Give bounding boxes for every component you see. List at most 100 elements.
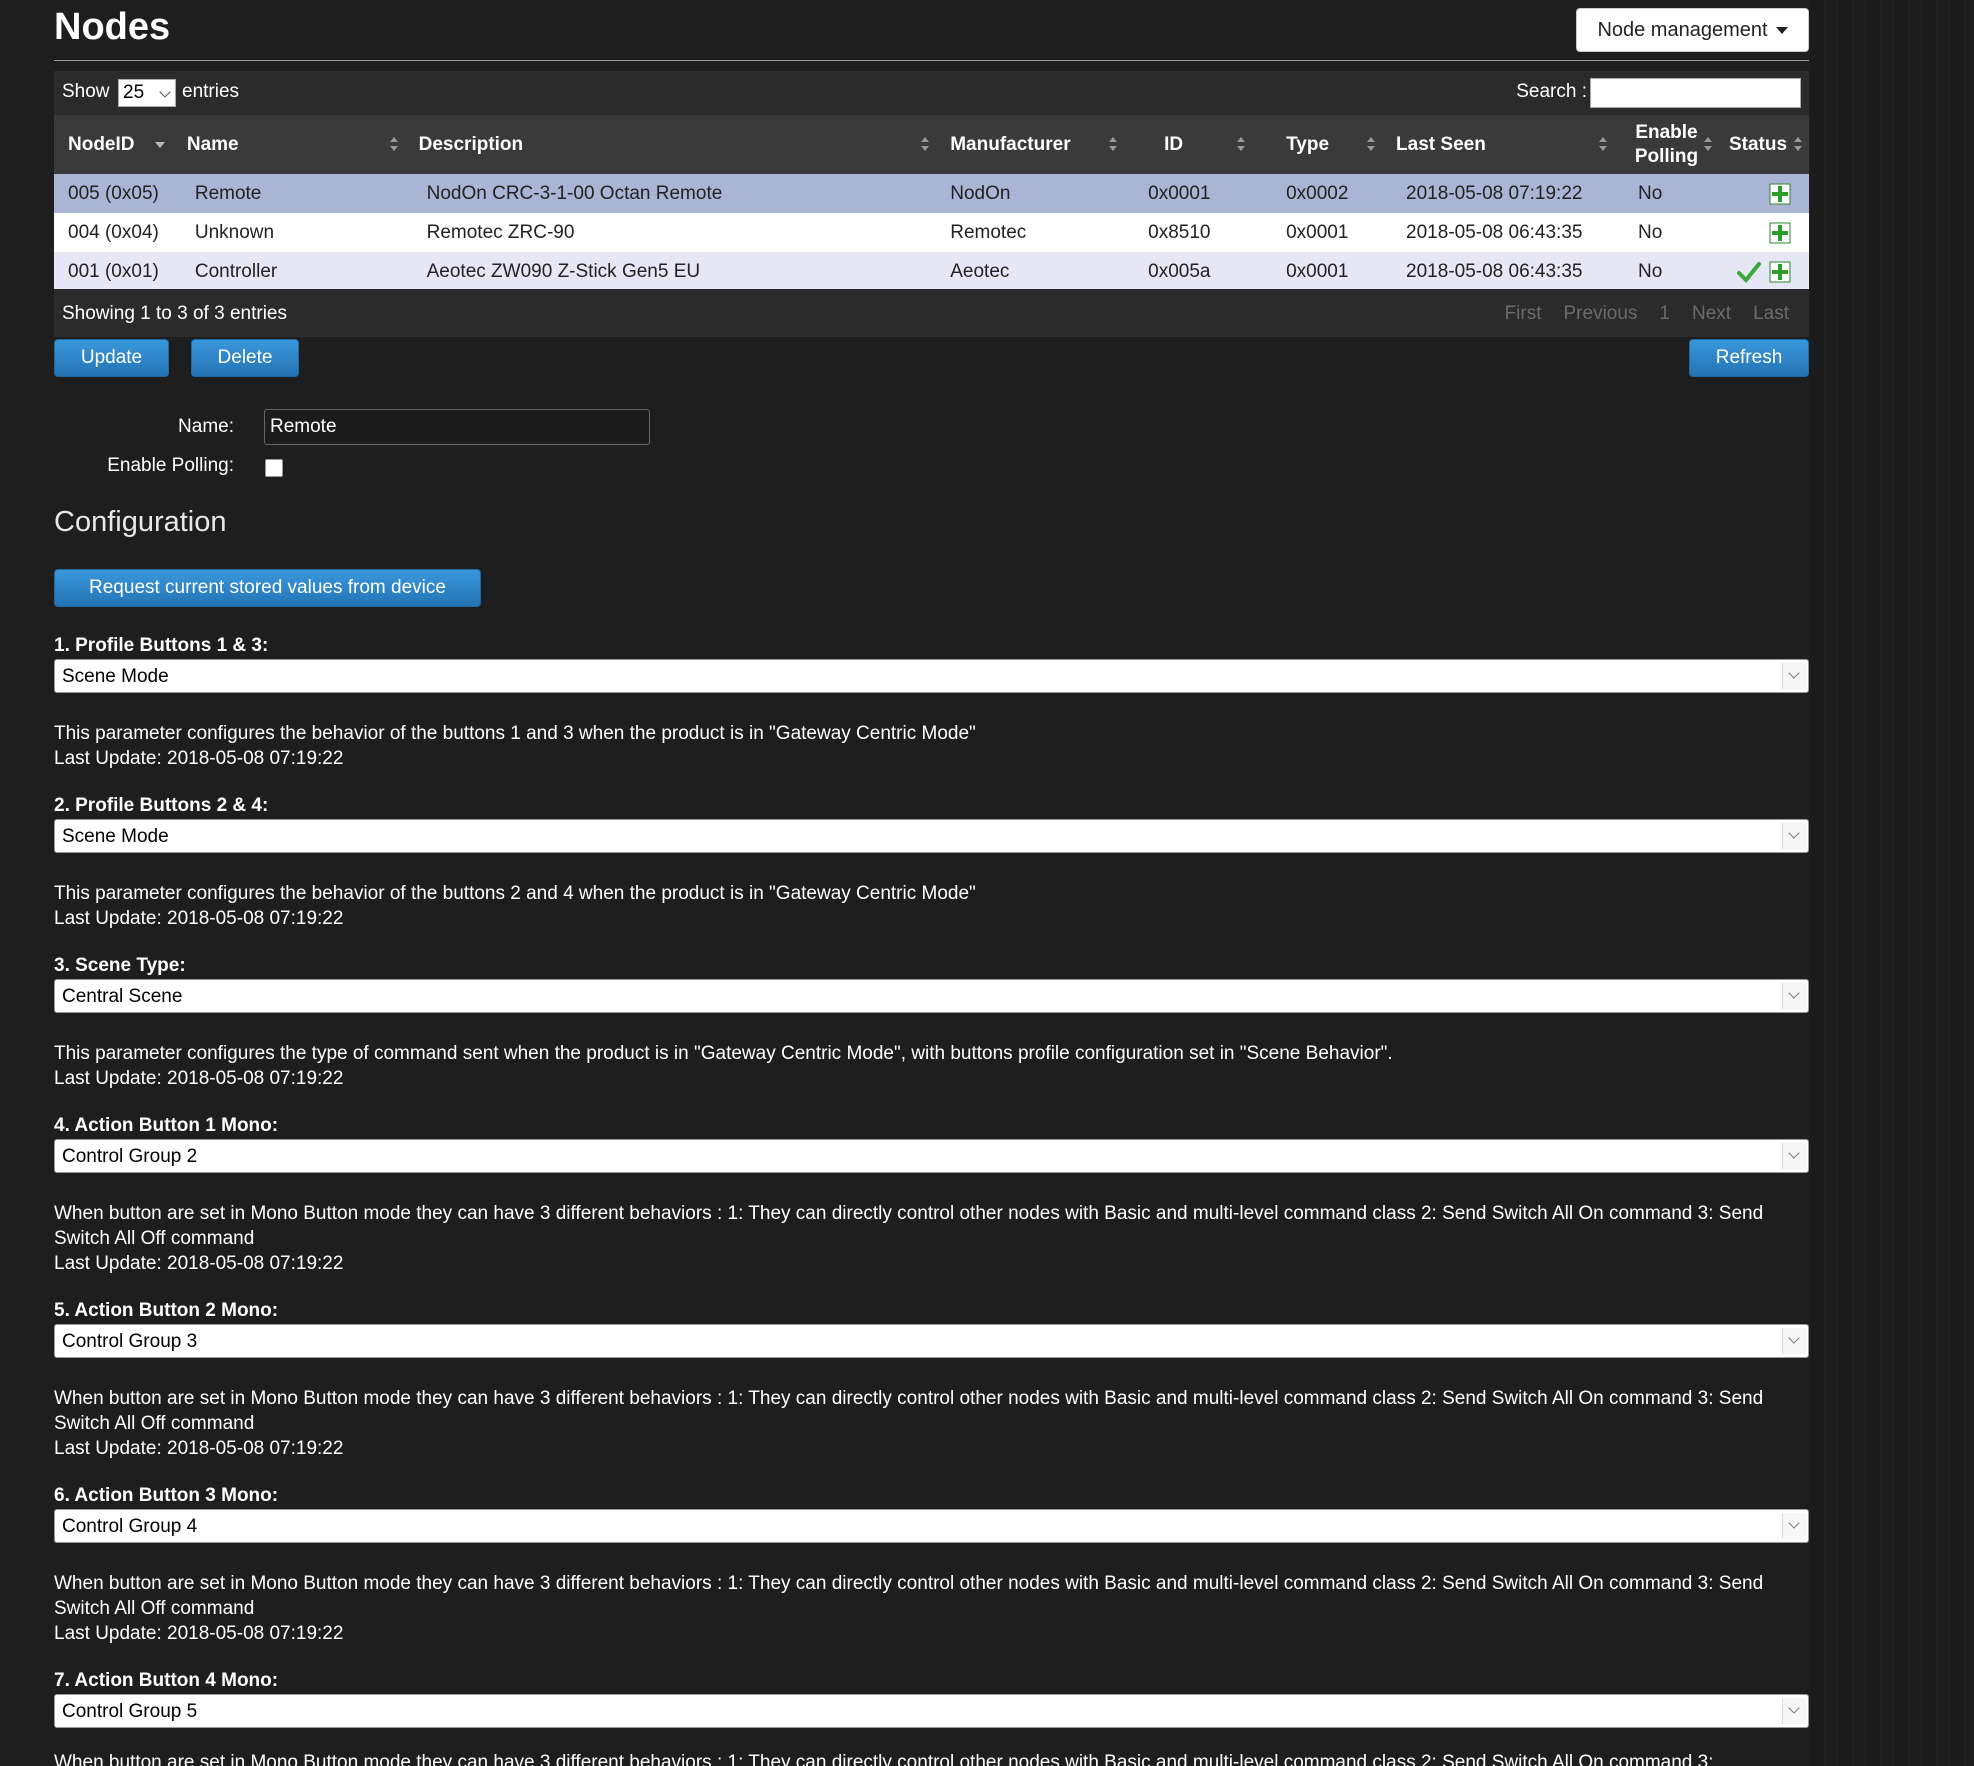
chevron-down-icon bbox=[1782, 663, 1806, 689]
pager-next[interactable]: Next bbox=[1692, 303, 1731, 325]
enable-polling-checkbox[interactable] bbox=[265, 459, 283, 477]
add-icon[interactable] bbox=[1769, 183, 1791, 205]
cell-type: 0x0001 bbox=[1252, 252, 1383, 291]
chevron-down-icon bbox=[1782, 1698, 1806, 1724]
pager-first[interactable]: First bbox=[1505, 303, 1542, 325]
pager-last[interactable]: Last bbox=[1753, 303, 1789, 325]
sort-icon bbox=[1703, 137, 1713, 153]
name-label: Name: bbox=[178, 416, 234, 437]
chevron-down-icon bbox=[1782, 1143, 1806, 1169]
sort-icon bbox=[389, 137, 399, 153]
check-icon bbox=[1736, 261, 1761, 283]
column-header-last-seen[interactable]: Last Seen bbox=[1382, 115, 1614, 174]
param-description: This parameter configures the behavior o… bbox=[54, 721, 1809, 771]
column-header-enable-polling[interactable]: Enable Polling bbox=[1614, 115, 1719, 174]
pager-page-1[interactable]: 1 bbox=[1659, 303, 1670, 325]
config-param: 7. Action Button 4 Mono: Control Group 5… bbox=[54, 1670, 1809, 1766]
param-last-update: Last Update: 2018-05-08 07:19:22 bbox=[54, 1068, 344, 1089]
param-last-update: Last Update: 2018-05-08 07:19:22 bbox=[54, 1438, 344, 1459]
column-header-description[interactable]: Description bbox=[404, 115, 937, 174]
table-row[interactable]: 004 (0x04) Unknown Remotec ZRC-90 Remote… bbox=[54, 213, 1809, 252]
param-select[interactable]: Control Group 5 bbox=[54, 1694, 1809, 1728]
cell-manufacturer: NodOn bbox=[936, 174, 1125, 213]
sort-icon bbox=[920, 137, 930, 153]
table-footer: Showing 1 to 3 of 3 entries First Previo… bbox=[54, 289, 1809, 337]
column-header-name[interactable]: Name bbox=[172, 115, 405, 174]
config-param: 1. Profile Buttons 1 & 3: Scene Mode Thi… bbox=[54, 635, 1809, 771]
cell-name: Remote bbox=[172, 174, 405, 213]
add-icon[interactable] bbox=[1769, 222, 1791, 244]
column-header-status[interactable]: Status bbox=[1718, 115, 1809, 174]
update-button[interactable]: Update bbox=[54, 339, 169, 377]
delete-button[interactable]: Delete bbox=[191, 339, 299, 377]
param-description: When button are set in Mono Button mode … bbox=[54, 1571, 1809, 1646]
cell-polling: No bbox=[1614, 213, 1719, 252]
config-param: 5. Action Button 2 Mono: Control Group 3… bbox=[54, 1300, 1809, 1461]
cell-name: Controller bbox=[172, 252, 405, 291]
chevron-down-icon bbox=[1782, 1513, 1806, 1539]
param-description: When button are set in Mono Button mode … bbox=[54, 1752, 1714, 1766]
column-header-id[interactable]: ID bbox=[1124, 115, 1253, 174]
param-description: When button are set in Mono Button mode … bbox=[54, 1201, 1809, 1276]
pagination: First Previous 1 Next Last bbox=[1505, 303, 1789, 325]
cell-last-seen: 2018-05-08 07:19:22 bbox=[1382, 174, 1614, 213]
chevron-down-icon bbox=[1782, 1328, 1806, 1354]
search-input[interactable] bbox=[1590, 78, 1801, 108]
column-header-manufacturer[interactable]: Manufacturer bbox=[936, 115, 1125, 174]
cell-manufacturer: Remotec bbox=[936, 213, 1125, 252]
column-header-type[interactable]: Type bbox=[1252, 115, 1383, 174]
config-param: 2. Profile Buttons 2 & 4: Scene Mode Thi… bbox=[54, 795, 1809, 931]
param-description: This parameter configures the type of co… bbox=[54, 1041, 1809, 1091]
cell-status bbox=[1718, 174, 1809, 213]
param-select[interactable]: Control Group 4 bbox=[54, 1509, 1809, 1543]
name-input[interactable] bbox=[264, 409, 650, 445]
cell-id: 0x0001 bbox=[1124, 174, 1253, 213]
table-info: Showing 1 to 3 of 3 entries bbox=[62, 303, 287, 324]
cell-id: 0x005a bbox=[1124, 252, 1253, 291]
param-select[interactable]: Control Group 2 bbox=[54, 1139, 1809, 1173]
config-param: 4. Action Button 1 Mono: Control Group 2… bbox=[54, 1115, 1809, 1276]
table-row[interactable]: 001 (0x01) Controller Aeotec ZW090 Z-Sti… bbox=[54, 252, 1809, 291]
param-description: This parameter configures the behavior o… bbox=[54, 881, 1809, 931]
table-row[interactable]: 005 (0x05) Remote NodOn CRC-3-1-00 Octan… bbox=[54, 174, 1809, 213]
cell-last-seen: 2018-05-08 06:43:35 bbox=[1382, 252, 1614, 291]
node-management-label: Node management bbox=[1597, 18, 1768, 41]
column-header-nodeid[interactable]: NodeID bbox=[54, 115, 173, 174]
param-select[interactable]: Control Group 3 bbox=[54, 1324, 1809, 1358]
config-param: 3. Scene Type: Central Scene This parame… bbox=[54, 955, 1809, 1091]
refresh-button[interactable]: Refresh bbox=[1689, 339, 1809, 377]
configuration-title: Configuration bbox=[54, 506, 227, 538]
sort-icon bbox=[1793, 137, 1803, 153]
pager-previous[interactable]: Previous bbox=[1564, 303, 1638, 325]
param-label: 4. Action Button 1 Mono: bbox=[54, 1115, 279, 1136]
table-toolbar: Show 25 entries Search : bbox=[54, 71, 1809, 115]
entries-length-value: 25 bbox=[123, 82, 145, 103]
param-last-update: Last Update: 2018-05-08 07:19:22 bbox=[54, 1253, 344, 1274]
entries-label: entries bbox=[182, 81, 240, 102]
cell-nodeid: 001 (0x01) bbox=[54, 252, 173, 291]
config-param: 6. Action Button 3 Mono: Control Group 4… bbox=[54, 1485, 1809, 1646]
cell-description: Aeotec ZW090 Z-Stick Gen5 EU bbox=[404, 252, 937, 291]
sort-icon bbox=[1236, 137, 1246, 153]
moon-icon bbox=[1742, 223, 1757, 241]
entries-length-select[interactable]: 25 bbox=[118, 79, 176, 107]
caret-down-icon bbox=[1775, 26, 1788, 34]
cell-type: 0x0001 bbox=[1252, 213, 1383, 252]
cell-polling: No bbox=[1614, 252, 1719, 291]
page: Nodes Node management Show 25 entries Se… bbox=[54, 0, 1809, 1766]
search-label: Search : bbox=[1516, 81, 1587, 102]
param-description: When button are set in Mono Button mode … bbox=[54, 1386, 1809, 1461]
cell-last-seen: 2018-05-08 06:43:35 bbox=[1382, 213, 1614, 252]
node-management-dropdown[interactable]: Node management bbox=[1576, 8, 1809, 52]
request-stored-values-button[interactable]: Request current stored values from devic… bbox=[54, 569, 481, 607]
param-last-update: Last Update: 2018-05-08 07:19:22 bbox=[54, 1623, 344, 1644]
param-select[interactable]: Scene Mode bbox=[54, 819, 1809, 853]
chevron-down-icon bbox=[1782, 823, 1806, 849]
add-icon[interactable] bbox=[1769, 261, 1791, 283]
param-label: 3. Scene Type: bbox=[54, 955, 186, 976]
param-select[interactable]: Central Scene bbox=[54, 979, 1809, 1013]
sort-desc-icon bbox=[154, 142, 165, 148]
page-header: Nodes Node management bbox=[54, 0, 1809, 61]
chevron-down-icon bbox=[1782, 983, 1806, 1009]
param-select[interactable]: Scene Mode bbox=[54, 659, 1809, 693]
